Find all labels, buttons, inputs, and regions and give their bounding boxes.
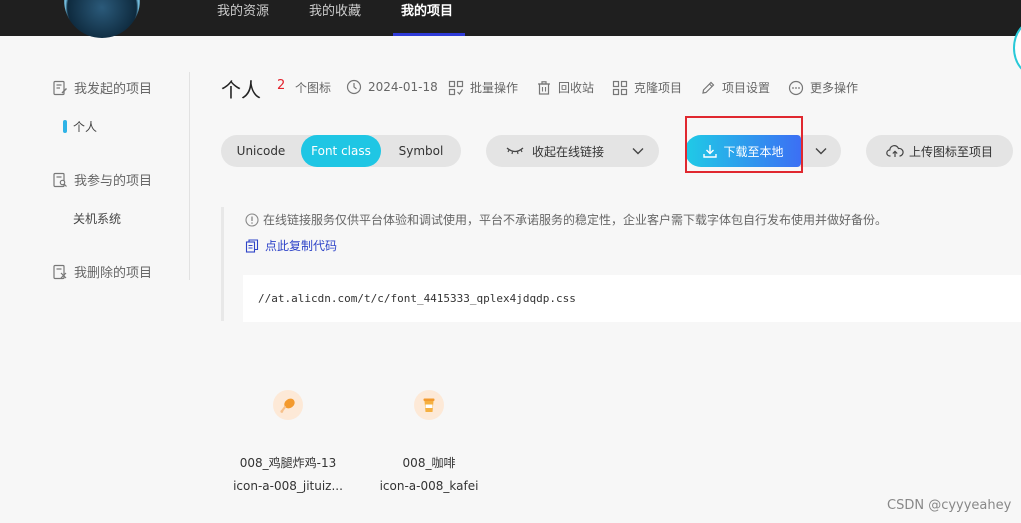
watermark-text: CSDN @cyyyeahey: [887, 498, 1012, 513]
batch-operation-button[interactable]: 批量操作: [448, 79, 518, 96]
more-operations-label: 更多操作: [810, 81, 859, 95]
delete-doc-icon: [53, 264, 67, 279]
copy-doc-icon: [245, 238, 259, 253]
recycle-bin-label: 回收站: [558, 81, 595, 95]
pencil-icon: [702, 81, 715, 94]
tab-symbol[interactable]: Symbol: [381, 135, 461, 167]
online-link-notice: 在线链接服务仅供平台体验和调试使用，平台不承诺服务的稳定性，企业客户需下载字体包…: [245, 211, 887, 228]
nav-my-resources[interactable]: 我的资源: [217, 0, 269, 36]
coffee-cup-glyph: [423, 398, 435, 412]
sidebar-group-label: 我删除的项目: [74, 266, 153, 281]
notice-text: 在线链接服务仅供平台体验和调试使用，平台不承诺服务的稳定性，企业客户需下载字体包…: [263, 213, 888, 227]
recycle-bin-button[interactable]: 回收站: [536, 79, 594, 96]
collapse-online-link-button[interactable]: 收起在线链接: [486, 135, 659, 167]
sidebar-group-initiated[interactable]: 我发起的项目: [52, 78, 152, 97]
coffee-cup-icon: [414, 390, 444, 420]
icon-card-coffee[interactable]: 008_咖啡 icon-a-008_kafei: [369, 390, 489, 493]
search-doc-icon: [53, 172, 67, 187]
css-link-codebox[interactable]: //at.alicdn.com/t/c/font_4415333_qplex4j…: [243, 275, 1021, 322]
icon-card-fried-chicken[interactable]: 008_鸡腿炸鸡-13 icon-a-008_jituiz...: [228, 390, 348, 493]
sidebar-item-personal[interactable]: 个人: [73, 118, 97, 135]
batch-operation-label: 批量操作: [470, 81, 519, 95]
project-settings-label: 项目设置: [722, 81, 771, 95]
more-dots-icon: [788, 80, 804, 95]
icon-class-name: icon-a-008_kafei: [379, 479, 479, 493]
more-operations-button[interactable]: 更多操作: [788, 79, 858, 96]
icon-class-name: icon-a-008_jituiz...: [233, 479, 343, 493]
format-tabs: Unicode Font class Symbol: [221, 135, 461, 167]
created-date: 2024-01-18: [346, 79, 438, 95]
css-link-url[interactable]: //at.alicdn.com/t/c/font_4415333_qplex4j…: [258, 292, 576, 305]
clock-icon: [346, 79, 362, 95]
sidebar-group-label: 我发起的项目: [74, 82, 153, 97]
download-highlight-box: [685, 116, 803, 173]
info-icon: [245, 212, 259, 227]
top-navigation-bar: [0, 0, 1021, 36]
sidebar-group-participated[interactable]: 我参与的项目: [52, 170, 152, 189]
tab-unicode[interactable]: Unicode: [221, 135, 301, 167]
sidebar-group-label: 我参与的项目: [74, 174, 153, 189]
sidebar-item-shutdown-system[interactable]: 关机系统: [73, 210, 121, 227]
trash-icon: [538, 80, 550, 95]
notice-left-border: [221, 207, 224, 321]
project-settings-button[interactable]: 项目设置: [700, 79, 770, 96]
clone-icon: [612, 80, 628, 95]
download-dropdown-chevron-icon[interactable]: [815, 147, 827, 155]
fried-chicken-glyph: [280, 398, 295, 413]
sidebar-group-deleted[interactable]: 我删除的项目: [52, 262, 152, 281]
project-title: 个人: [221, 78, 261, 102]
icon-count-label: 个图标: [295, 81, 332, 95]
icon-name: 008_鸡腿炸鸡-13: [239, 456, 337, 470]
edit-doc-icon: [53, 80, 67, 95]
copy-code-link[interactable]: 点此复制代码: [245, 237, 337, 254]
sidebar-active-marker: [63, 120, 67, 133]
nav-my-projects[interactable]: 我的项目: [401, 0, 453, 36]
cloud-upload-icon: [886, 145, 904, 157]
clone-project-button[interactable]: 克隆项目: [612, 79, 682, 96]
closed-eye-icon: [506, 147, 524, 155]
icon-count: 2: [277, 78, 286, 93]
nav-active-underline: [393, 33, 465, 36]
date-text: 2024-01-18: [368, 80, 438, 94]
upload-icons-label: 上传图标至项目: [908, 144, 993, 159]
fried-chicken-icon: [273, 390, 303, 420]
icon-name: 008_咖啡: [402, 456, 456, 470]
tab-font-class[interactable]: Font class: [301, 135, 381, 167]
batch-grid-icon: [448, 80, 464, 95]
clone-project-label: 克隆项目: [634, 81, 683, 95]
upload-icons-button[interactable]: 上传图标至项目: [866, 135, 1013, 167]
chevron-down-icon[interactable]: [632, 147, 644, 155]
nav-my-favorites[interactable]: 我的收藏: [309, 0, 361, 36]
sidebar-divider: [189, 72, 190, 280]
collapse-online-link-label: 收起在线链接: [532, 144, 605, 159]
copy-code-label: 点此复制代码: [265, 239, 338, 253]
